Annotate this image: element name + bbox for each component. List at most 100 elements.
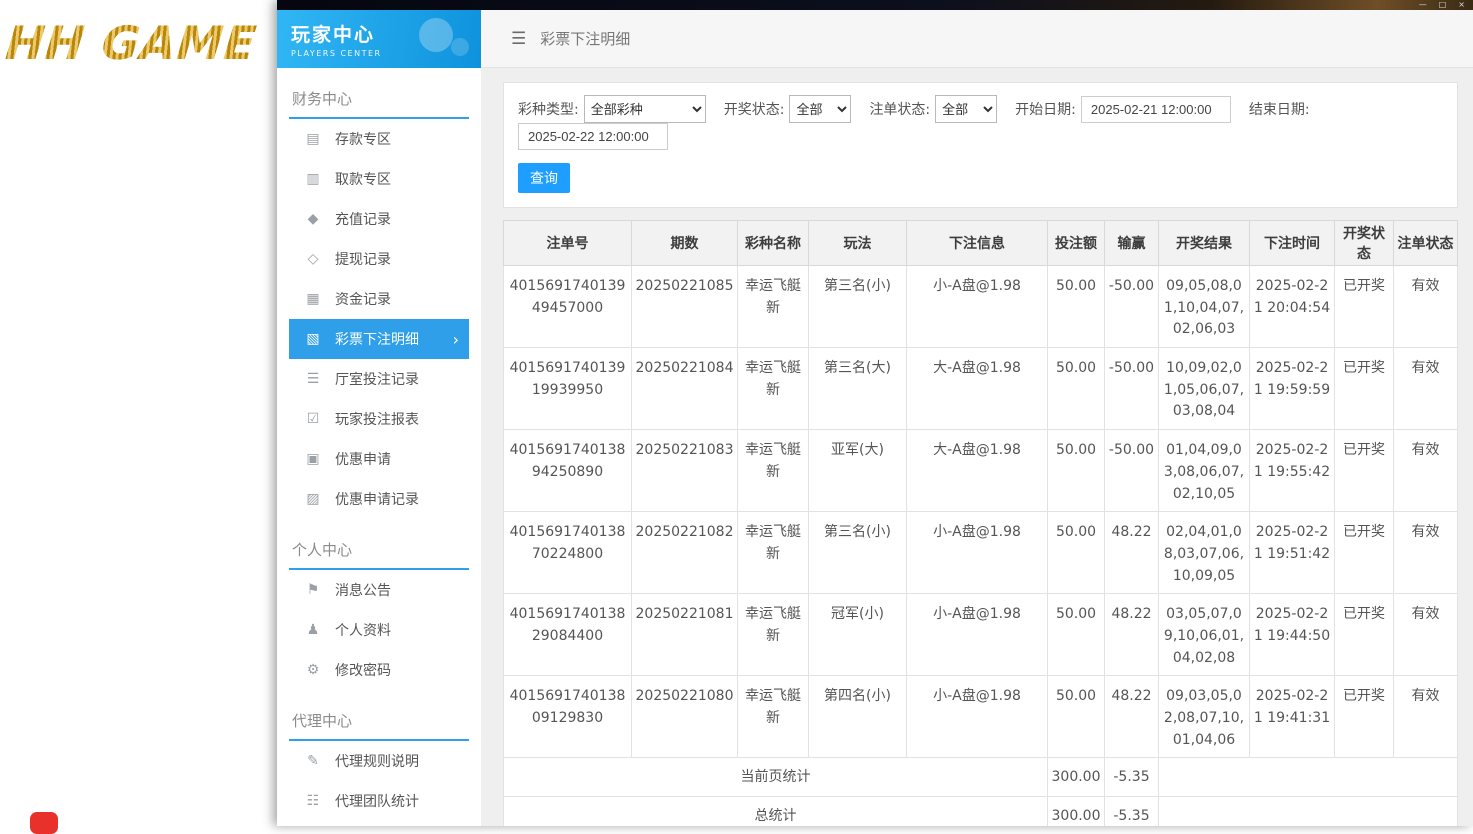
summary-win-loss: -5.35 [1104,796,1159,826]
summary-amount: 300.00 [1047,796,1105,826]
table-row: 401569174013919939950 20250221084 幸运飞艇新 第三名… [503,347,1458,431]
cell-bet-time: 2025-02-21 19:59:59 [1249,347,1335,431]
table-row: 401569174013809129830 20250221080 幸运飞艇新 第四名… [503,675,1458,759]
sidebar-item[interactable]: ♟ 个人资料 [289,610,469,650]
cell-bet-info: 小-A盘@1.98 [906,264,1048,349]
sidebar-item[interactable]: ⚙ 修改密码 [289,650,469,690]
sidebar-item-label: 存款专区 [335,132,391,148]
cell-result: 09,05,08,01,10,04,07,02,06,03 [1158,264,1250,349]
main-area: ☰ 彩票下注明细 彩种类型: 全部彩种 开奖状态: 全部 注单状态: 全部 开始… [481,10,1473,826]
column-header: 期数 [631,220,738,266]
cell-period: 20250221081 [631,593,738,677]
sidebar-header: 玩家中心 PLAYERS CENTER [277,10,481,68]
cell-order-no: 401569174013809129830 [503,675,632,759]
cell-bet-info: 小-A盘@1.98 [906,675,1048,759]
cell-win-loss: -50.00 [1104,264,1159,349]
sidebar-item[interactable]: ✎ 代理规则说明 [289,741,469,781]
cell-draw-status: 已开奖 [1334,675,1394,759]
sidebar-item-label: 厅室投注记录 [335,372,419,388]
sidebar-item[interactable]: ▨ 优惠申请记录 [289,479,469,519]
promo-apply-record-icon: ▨ [306,491,320,507]
draw-status-select[interactable]: 全部 [789,95,852,123]
cell-lottery: 幸运飞艇新 [737,264,809,349]
maximize-icon[interactable]: □ [1439,0,1447,10]
bet-status-select[interactable]: 全部 [935,95,998,123]
sidebar-item[interactable]: ◇ 提现记录 [289,239,469,279]
cell-amount: 50.00 [1047,264,1105,349]
cell-bet-time: 2025-02-21 19:51:42 [1249,511,1335,595]
cell-play: 第三名(小) [808,511,907,595]
sidebar-item-label: 优惠申请 [335,452,391,468]
sidebar-item[interactable]: ▥ 取款专区 [289,159,469,199]
bet-table: 注单号 期数 彩种名称 玩法 下注信息 投注额 输赢 开奖结果 下注时间 开奖状态 注单状态 401… [503,220,1458,826]
sidebar-item-label: 取款专区 [335,172,391,188]
cell-bet-time: 2025-02-21 20:04:54 [1249,264,1335,349]
cell-amount: 50.00 [1047,593,1105,677]
cell-result: 09,03,05,02,08,07,10,01,04,06 [1158,675,1250,759]
cell-bet-time: 2025-02-21 19:41:31 [1249,675,1335,759]
cell-bet-status: 有效 [1393,593,1458,677]
hall-bet-record-icon: ☰ [306,371,320,387]
content-area: 彩种类型: 全部彩种 开奖状态: 全部 注单状态: 全部 开始日期: 2025-… [481,68,1473,826]
sidebar-item[interactable]: ◆ 充值记录 [289,199,469,239]
recharge-record-icon: ◆ [307,211,319,227]
cell-order-no: 401569174013919939950 [503,347,632,431]
sidebar-item-label: 修改密码 [335,663,391,679]
sidebar-item[interactable]: ▧ 彩票下注明细 › [289,319,469,359]
cell-order-no: 401569174013949457000 [503,264,632,349]
sidebar-item[interactable]: ☑ 玩家投注报表 [289,399,469,439]
close-icon[interactable]: × [1458,0,1465,10]
cell-win-loss: -50.00 [1104,347,1159,431]
deposit-icon: ▤ [306,131,320,147]
bell-icon: ⚑ [306,582,320,598]
query-button[interactable]: 查询 [518,163,570,193]
player-bet-report-icon: ☑ [306,411,320,427]
table-row: 401569174013949457000 20250221085 幸运飞艇新 第三名… [503,264,1458,349]
cell-amount: 50.00 [1047,511,1105,595]
cell-order-no: 401569174013870224800 [503,511,632,595]
cell-draw-status: 已开奖 [1334,347,1394,431]
user-icon: ♟ [306,622,320,638]
sidebar-item-label: 优惠申请记录 [335,492,419,508]
sidebar-item-label: 彩票下注明细 [335,332,419,348]
chat-bubble-partial[interactable] [30,812,58,834]
cell-amount: 50.00 [1047,429,1105,513]
cell-bet-info: 小-A盘@1.98 [906,511,1048,595]
cell-bet-info: 小-A盘@1.98 [906,593,1048,677]
end-date-input[interactable] [518,123,668,150]
summary-row: 总统计 300.00 -5.35 [503,796,1458,826]
bet-table-card: 注单号 期数 彩种名称 玩法 下注信息 投注额 输赢 开奖结果 下注时间 开奖状态 注单状态 401… [503,220,1458,826]
cell-play: 亚军(大) [808,429,907,513]
sidebar-item-label: 消息公告 [335,583,391,599]
cell-result: 10,09,02,01,05,06,07,03,08,04 [1158,347,1250,431]
sidebar-item[interactable]: ☷ 代理团队统计 [289,781,469,821]
summary-empty [1158,796,1458,826]
cell-win-loss: 48.22 [1104,675,1159,759]
sidebar-item[interactable]: ▣ 优惠申请 [289,439,469,479]
draw-status-label: 开奖状态: [723,102,785,118]
sidebar-section-title: 财务中心 [289,80,469,119]
start-date-input[interactable] [1080,95,1231,123]
column-header: 输赢 [1104,220,1159,266]
lottery-type-select[interactable]: 全部彩种 [583,95,706,123]
table-header-row: 注单号 期数 彩种名称 玩法 下注信息 投注额 输赢 开奖结果 下注时间 开奖状态 注单状态 [503,220,1458,266]
hamburger-menu-icon[interactable]: ☰ [511,29,526,49]
column-header: 开奖状态 [1334,220,1394,266]
sidebar-item[interactable]: ▦ 资金记录 [289,279,469,319]
cell-bet-info: 大-A盘@1.98 [906,347,1048,431]
sidebar-item[interactable]: ☰ 厅室投注记录 [289,359,469,399]
sidebar-item[interactable]: ⚑ 消息公告 [289,570,469,610]
cell-period: 20250221080 [631,675,738,759]
page-title: 彩票下注明细 [540,30,631,48]
hh-game-logo: HH GAME [3,16,260,70]
cell-bet-status: 有效 [1393,675,1458,759]
sidebar-item[interactable]: ▤ 存款专区 [289,119,469,159]
cell-play: 第四名(小) [808,675,907,759]
sidebar-item-label: 充值记录 [335,212,391,228]
cell-order-no: 401569174013894250890 [503,429,632,513]
column-header: 注单号 [503,220,632,266]
cell-win-loss: 48.22 [1104,593,1159,677]
minimize-icon[interactable]: — [1419,0,1427,10]
end-date-label: 结束日期: [1248,102,1310,118]
summary-label: 当前页统计 [503,757,1048,798]
